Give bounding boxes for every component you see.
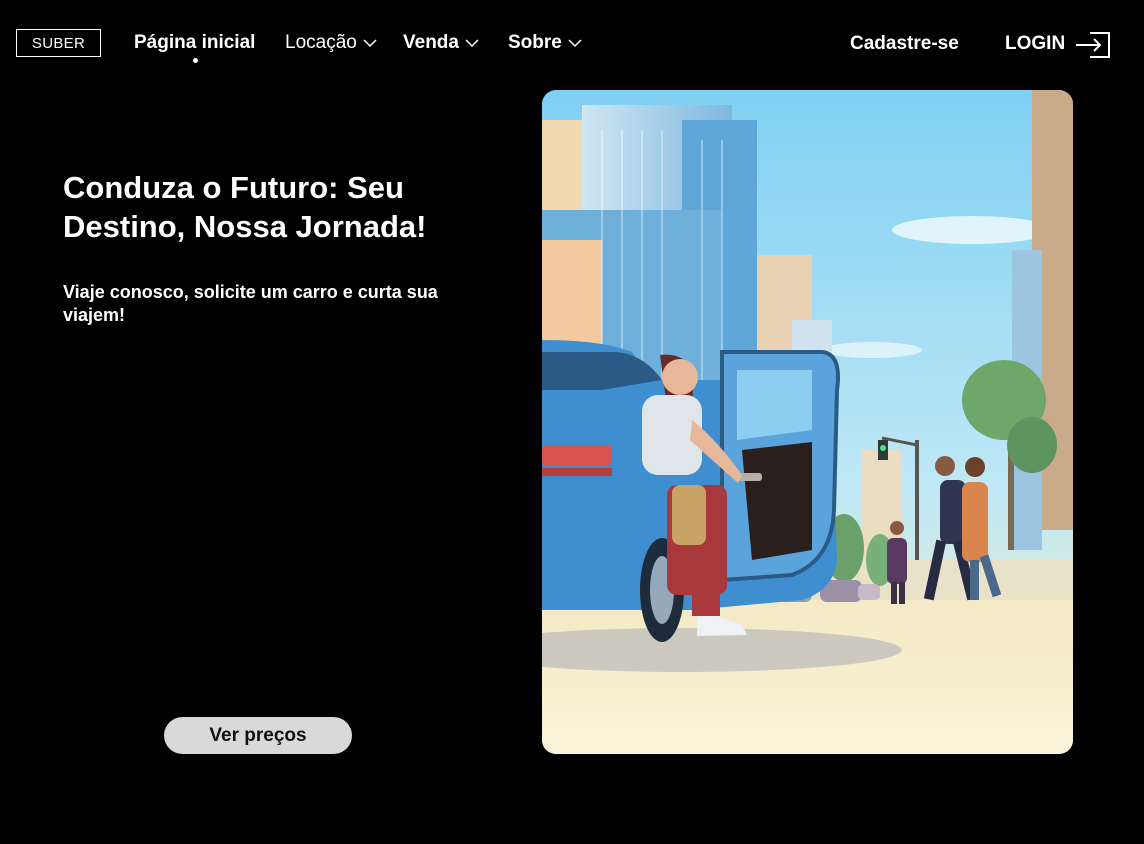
signup-link[interactable]: Cadastre-se xyxy=(850,33,959,55)
brand-logo-text: SUBER xyxy=(31,34,86,52)
nav-item-venda[interactable]: Venda xyxy=(403,32,479,54)
hero-illustration xyxy=(542,90,1073,754)
nav-item-home-label: Página inicial xyxy=(134,32,256,53)
chevron-down-icon xyxy=(363,32,377,54)
top-navigation: SUBER Página inicial Locação Venda Sobre… xyxy=(0,0,1144,88)
login-link[interactable]: LOGIN xyxy=(1005,33,1065,55)
nav-item-venda-label: Venda xyxy=(403,32,459,53)
chevron-down-icon xyxy=(465,32,479,54)
view-prices-button[interactable]: Ver preços xyxy=(164,717,352,754)
nav-item-sobre[interactable]: Sobre xyxy=(508,32,582,54)
brand-logo[interactable]: SUBER xyxy=(16,29,101,57)
sign-in-icon[interactable] xyxy=(1074,30,1112,65)
hero-subtitle: Viaje conosco, solicite um carro e curta… xyxy=(63,282,438,325)
hero-title: Conduza o Futuro: Seu Destino, Nossa Jor… xyxy=(63,170,427,244)
nav-item-locacao-label: Locação xyxy=(285,32,357,53)
nav-item-sobre-label: Sobre xyxy=(508,32,562,53)
nav-item-locacao[interactable]: Locação xyxy=(285,32,377,54)
nav-item-home[interactable]: Página inicial xyxy=(134,32,256,63)
city-street-rideshare-illustration xyxy=(542,90,1073,754)
signup-label: Cadastre-se xyxy=(850,33,959,54)
login-label: LOGIN xyxy=(1005,33,1066,54)
chevron-down-icon xyxy=(568,32,582,54)
